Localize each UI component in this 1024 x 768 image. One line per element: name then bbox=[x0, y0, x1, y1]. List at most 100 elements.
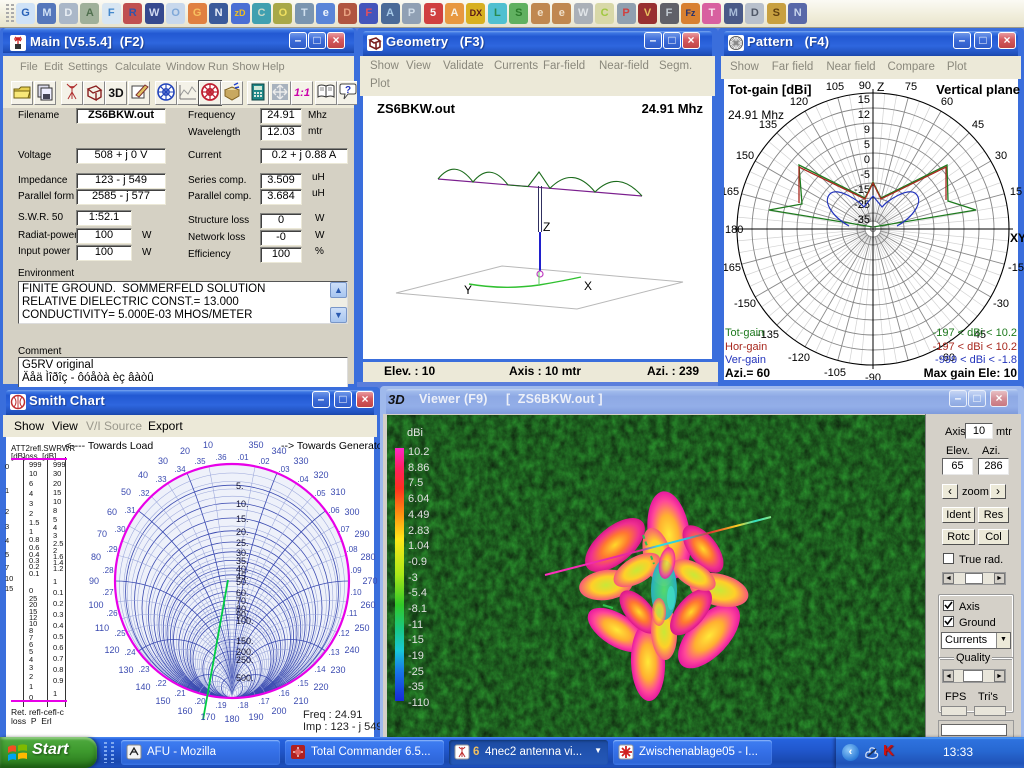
svg-text:.14: .14 bbox=[314, 665, 326, 674]
svg-text:.13: .13 bbox=[328, 648, 340, 657]
svg-text:-3: -3 bbox=[408, 572, 418, 584]
svg-text:-90: -90 bbox=[865, 372, 881, 380]
svg-text:6.04: 6.04 bbox=[408, 493, 429, 505]
svg-text:-15: -15 bbox=[408, 634, 424, 646]
svg-text:50: 50 bbox=[121, 487, 131, 497]
svg-text:-197 < dBi < 10.2: -197 < dBi < 10.2 bbox=[933, 327, 1017, 339]
svg-text:.32: .32 bbox=[138, 489, 150, 498]
svg-text:.29: .29 bbox=[106, 545, 118, 554]
svg-text:.34: .34 bbox=[174, 465, 186, 474]
svg-text:24.91 Mhz: 24.91 Mhz bbox=[728, 108, 784, 122]
svg-text:180: 180 bbox=[725, 224, 743, 236]
svg-text:170: 170 bbox=[200, 712, 215, 722]
svg-text:?: ? bbox=[345, 85, 351, 96]
svg-text:.35: .35 bbox=[194, 457, 206, 466]
svg-text:45: 45 bbox=[972, 119, 984, 131]
svg-text:150: 150 bbox=[736, 150, 754, 162]
svg-text:Freq : 24.91: Freq : 24.91 bbox=[303, 709, 362, 721]
svg-text:15: 15 bbox=[858, 94, 870, 106]
svg-text:.05: .05 bbox=[314, 489, 326, 498]
svg-text:Vertical plane: Vertical plane bbox=[936, 82, 1020, 97]
svg-text:Azi.= 60: Azi.= 60 bbox=[725, 366, 770, 380]
svg-text:350: 350 bbox=[248, 440, 263, 450]
svg-text:.24: .24 bbox=[124, 648, 136, 657]
svg-text:200: 200 bbox=[271, 706, 286, 716]
svg-text:dBi: dBi bbox=[407, 427, 423, 439]
svg-text:-8.1: -8.1 bbox=[408, 603, 427, 615]
svg-text:110: 110 bbox=[95, 623, 109, 633]
svg-text:75: 75 bbox=[905, 81, 917, 93]
svg-text:190: 190 bbox=[248, 712, 263, 722]
svg-text:60: 60 bbox=[107, 507, 117, 517]
svg-text:.22: .22 bbox=[155, 679, 167, 688]
svg-text:330: 330 bbox=[293, 456, 308, 466]
svg-text:300: 300 bbox=[344, 507, 359, 517]
svg-text:180: 180 bbox=[224, 714, 239, 724]
svg-text:250.: 250. bbox=[236, 655, 254, 665]
svg-text:9: 9 bbox=[864, 124, 870, 136]
svg-text:230: 230 bbox=[330, 665, 345, 675]
svg-text:270: 270 bbox=[362, 576, 377, 586]
svg-text:Z: Z bbox=[543, 220, 550, 234]
svg-text:15: 15 bbox=[1010, 186, 1022, 198]
svg-text:.26: .26 bbox=[106, 609, 118, 618]
svg-text:.23: .23 bbox=[138, 665, 150, 674]
svg-text:120: 120 bbox=[790, 96, 808, 108]
svg-text:70: 70 bbox=[97, 529, 107, 539]
svg-text:140: 140 bbox=[135, 682, 150, 692]
svg-text:Tot-gain: Tot-gain bbox=[725, 327, 764, 339]
svg-text:8.86: 8.86 bbox=[408, 462, 429, 474]
svg-text:10: 10 bbox=[203, 440, 213, 450]
svg-text:500.: 500. bbox=[236, 673, 254, 683]
svg-text:.18: .18 bbox=[237, 701, 249, 710]
svg-text:60: 60 bbox=[941, 96, 953, 108]
svg-text:130: 130 bbox=[118, 665, 133, 675]
svg-text:.16: .16 bbox=[278, 689, 290, 698]
svg-text:-19: -19 bbox=[408, 650, 424, 662]
svg-text:-197 < dBi < 10.2: -197 < dBi < 10.2 bbox=[933, 341, 1017, 353]
svg-text:260: 260 bbox=[360, 600, 375, 610]
svg-text:XY: XY bbox=[1010, 231, 1024, 245]
svg-text:.07: .07 bbox=[338, 525, 350, 534]
svg-text:.33: .33 bbox=[155, 475, 167, 484]
svg-text:30: 30 bbox=[158, 456, 168, 466]
svg-text:--> Towards Generator -: --> Towards Generator - bbox=[281, 440, 380, 452]
svg-text:.20: .20 bbox=[194, 697, 206, 706]
svg-text:90: 90 bbox=[859, 80, 871, 92]
svg-text:.06: .06 bbox=[328, 506, 340, 515]
svg-text:2.83: 2.83 bbox=[408, 525, 429, 537]
svg-text:7.5: 7.5 bbox=[408, 477, 423, 489]
svg-text:.36: .36 bbox=[215, 453, 227, 462]
svg-text:-105: -105 bbox=[824, 367, 846, 379]
svg-text:-999 < dBi < -1.8: -999 < dBi < -1.8 bbox=[935, 354, 1017, 366]
svg-text:-110: -110 bbox=[408, 697, 429, 709]
svg-text:0: 0 bbox=[864, 154, 870, 166]
svg-text:ZS6BKW.out: ZS6BKW.out bbox=[377, 101, 456, 116]
svg-text:.27: .27 bbox=[102, 588, 114, 597]
svg-text:1.04: 1.04 bbox=[408, 540, 429, 552]
svg-text:.11: .11 bbox=[347, 609, 358, 618]
svg-text:.08: .08 bbox=[346, 545, 358, 554]
svg-text:160: 160 bbox=[177, 706, 192, 716]
svg-text:100.: 100. bbox=[236, 616, 254, 626]
svg-text:.09: .09 bbox=[350, 566, 362, 575]
svg-text:-15: -15 bbox=[1008, 262, 1024, 274]
svg-text:.30: .30 bbox=[114, 525, 126, 534]
svg-text:Ver-gain: Ver-gain bbox=[725, 354, 766, 366]
svg-text:-0.9: -0.9 bbox=[408, 556, 427, 568]
svg-text:240: 240 bbox=[344, 645, 359, 655]
svg-text:-120: -120 bbox=[788, 352, 810, 364]
svg-text:165: 165 bbox=[724, 186, 739, 198]
svg-text:4.49: 4.49 bbox=[408, 509, 429, 521]
svg-text:.01: .01 bbox=[237, 453, 249, 462]
svg-text:-150: -150 bbox=[734, 298, 756, 310]
svg-text:220: 220 bbox=[313, 682, 328, 692]
svg-text:-5.4: -5.4 bbox=[408, 587, 427, 599]
svg-text:.28: .28 bbox=[102, 566, 114, 575]
svg-text:.25: .25 bbox=[114, 629, 126, 638]
svg-text:310: 310 bbox=[330, 487, 345, 497]
svg-text:-165: -165 bbox=[724, 262, 741, 274]
svg-text:.21: .21 bbox=[174, 689, 186, 698]
svg-text:.15: .15 bbox=[297, 679, 309, 688]
svg-text:120: 120 bbox=[104, 645, 119, 655]
